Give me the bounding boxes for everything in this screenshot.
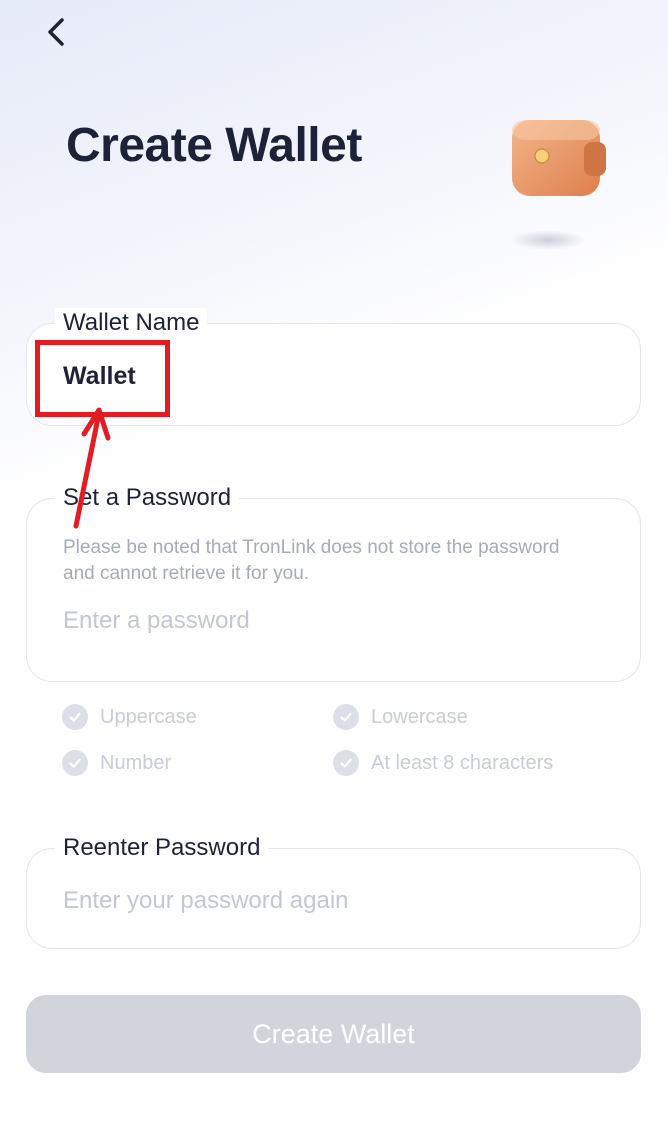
rule-label: Number xyxy=(100,751,172,774)
rule-min-length: At least 8 characters xyxy=(333,750,553,776)
password-field[interactable]: Set a Password Please be noted that Tron… xyxy=(26,483,641,682)
rule-label: At least 8 characters xyxy=(371,751,554,774)
check-circle-icon xyxy=(62,704,88,730)
create-wallet-button[interactable]: Create Wallet xyxy=(26,995,641,1073)
password-label: Set a Password xyxy=(55,483,240,513)
wallet-name-field[interactable]: Wallet Name Wallet xyxy=(26,308,641,426)
rule-label: Lowercase xyxy=(371,705,468,728)
reenter-password-field[interactable]: Reenter Password xyxy=(26,833,641,949)
wallet-name-value[interactable]: Wallet xyxy=(63,362,136,391)
back-button[interactable] xyxy=(36,12,76,52)
wallet-name-label: Wallet Name xyxy=(55,308,208,338)
check-circle-icon xyxy=(333,750,359,776)
reenter-password-label: Reenter Password xyxy=(55,833,269,863)
reenter-password-input[interactable] xyxy=(63,887,603,915)
wallet-icon xyxy=(510,120,606,250)
rule-uppercase: Uppercase xyxy=(62,704,197,730)
check-circle-icon xyxy=(62,750,88,776)
check-circle-icon xyxy=(333,704,359,730)
password-input[interactable] xyxy=(63,607,603,635)
rule-lowercase: Lowercase xyxy=(333,704,468,730)
chevron-left-icon xyxy=(48,18,64,46)
page-title: Create Wallet xyxy=(66,119,362,172)
rule-number: Number xyxy=(62,750,171,776)
rule-label: Uppercase xyxy=(100,705,197,728)
password-note: Please be noted that TronLink does not s… xyxy=(63,537,560,584)
